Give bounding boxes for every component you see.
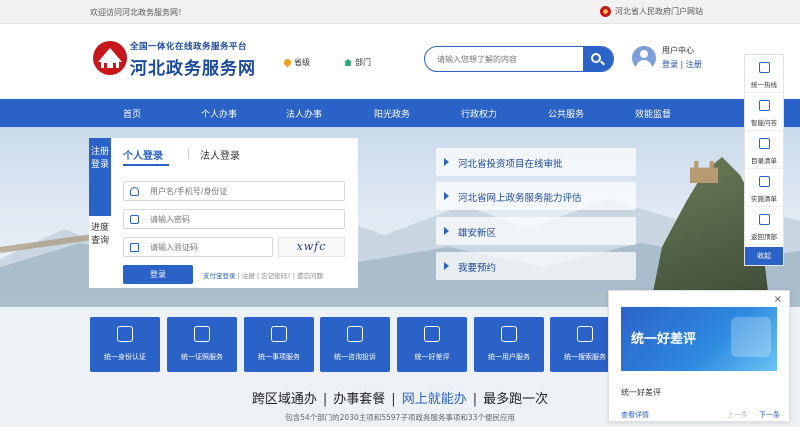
quick-link-xiongan[interactable]: 雄安新区 <box>436 217 636 245</box>
watchtower-image <box>690 161 718 183</box>
tile-complaint[interactable]: 统一咨询投诉 <box>320 317 390 372</box>
rating-popup: × 统一好差评 统一好差评 查看详情 上一条 下一条 <box>608 290 790 422</box>
tile-matters[interactable]: 统一事项服务 <box>244 317 314 372</box>
level-selector[interactable]: 省级 <box>282 57 310 68</box>
thumbs-up-icon <box>424 326 440 342</box>
user-service-icon <box>501 326 517 342</box>
side-progress-label: 进度查询 <box>90 223 109 246</box>
float-collapse-button[interactable]: 收起 <box>745 247 783 265</box>
tile-license[interactable]: 统一证照服务 <box>167 317 237 372</box>
password-input[interactable] <box>150 213 340 226</box>
forgot-password-link[interactable]: 忘记密码? <box>261 272 290 280</box>
list-icon <box>759 138 770 149</box>
tile-user-service[interactable]: 统一用户服务 <box>474 317 544 372</box>
popup-prev-button[interactable]: 上一条 <box>727 410 748 420</box>
department-selector[interactable]: 部门 <box>344 57 371 68</box>
logo-title: 河北政务服务网 <box>130 59 256 79</box>
side-register-label: 注册登录 <box>90 147 109 170</box>
right-float-bar: 统一热线 智能问答 目录清单 实施清单 返回顶部 收起 <box>744 54 784 266</box>
quick-link-investment[interactable]: 河北省投资项目在线审批 <box>436 148 636 176</box>
location-pin-icon <box>282 57 293 68</box>
site-logo-icon[interactable] <box>92 40 128 76</box>
nav-sunshine[interactable]: 阳光政务 <box>374 107 410 120</box>
login-extra-links: 支付宝登录 | 注册 | 忘记密码? | 遗忘问题 <box>203 272 323 280</box>
login-button[interactable]: 登录 <box>123 265 193 284</box>
register-link[interactable]: 注册 <box>242 272 255 280</box>
national-emblem-icon <box>600 6 611 17</box>
department-label: 部门 <box>355 58 371 67</box>
float-smart-qa[interactable]: 智能问答 <box>745 93 783 131</box>
captcha-field <box>123 237 340 257</box>
user-center-label[interactable]: 用户中心 <box>662 45 694 56</box>
username-input[interactable] <box>150 185 340 198</box>
lock-icon <box>130 215 139 224</box>
tab-personal-login[interactable]: 个人登录 <box>123 147 163 162</box>
search-button[interactable] <box>583 47 613 71</box>
header-login-link[interactable]: 登录 <box>662 60 678 69</box>
chat-icon <box>759 100 770 111</box>
triangle-right-icon <box>444 227 449 235</box>
nav-supervision[interactable]: 效能监督 <box>635 107 671 120</box>
gov-portal-label: 河北省人民政府门户网站 <box>615 7 703 16</box>
quick-link-appointment[interactable]: 我要预约 <box>436 252 636 280</box>
float-back-to-top[interactable]: 返回顶部 <box>745 207 783 245</box>
layers-icon <box>271 326 287 342</box>
popup-image-heading: 统一好差评 <box>631 332 697 347</box>
nav-legal[interactable]: 法人办事 <box>286 107 322 120</box>
search-box <box>424 46 614 72</box>
triangle-right-icon <box>444 262 449 270</box>
id-card-icon <box>117 326 133 342</box>
top-bar: 欢迎访问河北政务服务网！ 河北省人民政府门户网站 <box>0 0 800 24</box>
side-progress-tab[interactable]: 进度查询 <box>89 216 111 288</box>
header-link-separator: | <box>680 60 684 69</box>
password-field <box>123 209 345 229</box>
float-implementation[interactable]: 实施清单 <box>745 169 783 207</box>
gov-portal-link[interactable]: 河北省人民政府门户网站 <box>600 6 703 17</box>
float-hotline[interactable]: 统一热线 <box>745 55 783 93</box>
popup-banner-image[interactable]: 统一好差评 <box>621 307 777 371</box>
main-nav: 首页 个人办事 法人办事 阳光政务 行政权力 公共服务 效能监督 <box>0 99 800 127</box>
close-icon[interactable]: × <box>774 294 782 305</box>
login-side-tabs: 注册登录 进度查询 <box>89 138 111 288</box>
popup-title: 统一好差评 <box>621 388 661 397</box>
active-tab-indicator <box>123 164 169 166</box>
welcome-text: 欢迎访问河北政务服务网！ <box>90 8 186 17</box>
search-input[interactable] <box>437 52 577 66</box>
user-avatar[interactable] <box>632 46 656 70</box>
nav-power[interactable]: 行政权力 <box>461 107 497 120</box>
popup-details-link[interactable]: 查看详情 <box>621 410 649 420</box>
site-logo-text[interactable]: 全国一体化在线政务服务平台 河北政务服务网 <box>130 40 256 79</box>
quick-link-evaluation[interactable]: 河北省网上政务服务能力评估 <box>436 182 636 210</box>
phone-icon <box>759 62 770 73</box>
alipay-login-link[interactable]: 支付宝登录 <box>203 272 236 280</box>
forgot-user-link[interactable]: 遗忘问题 <box>297 272 323 280</box>
logo-subtitle: 全国一体化在线政务服务平台 <box>130 42 248 52</box>
arrow-up-icon <box>759 214 770 225</box>
nav-personal[interactable]: 个人办事 <box>201 107 237 120</box>
nav-public-service[interactable]: 公共服务 <box>548 107 584 120</box>
popup-next-button[interactable]: 下一条 <box>759 410 780 420</box>
department-icon <box>344 59 352 66</box>
header-register-link[interactable]: 注册 <box>686 60 702 69</box>
triangle-right-icon <box>444 192 449 200</box>
license-icon <box>194 326 210 342</box>
side-register-tab[interactable]: 注册登录 <box>89 138 111 216</box>
tile-identity[interactable]: 统一身份认证 <box>90 317 160 372</box>
triangle-right-icon <box>444 158 449 166</box>
user-links: 登录 | 注册 <box>662 59 702 70</box>
nav-home[interactable]: 首页 <box>123 107 141 120</box>
username-field <box>123 181 345 201</box>
search-icon <box>577 326 593 342</box>
shield-icon <box>130 243 139 252</box>
level-label: 省级 <box>294 58 310 67</box>
float-catalog[interactable]: 目录清单 <box>745 131 783 169</box>
captcha-image[interactable]: xwfc <box>278 237 345 257</box>
site-header: 全国一体化在线政务服务平台 河北政务服务网 省级 部门 用户中心 登录 | 注册 <box>0 24 800 99</box>
tab-legal-login[interactable]: 法人登录 <box>200 147 240 162</box>
edit-icon <box>347 326 363 342</box>
user-icon <box>130 187 139 196</box>
login-panel: 个人登录 法人登录 xwfc 登录 支付宝登录 | 注册 | 忘记密码? | 遗… <box>111 138 358 288</box>
document-icon <box>759 176 770 187</box>
tile-rating[interactable]: 统一好差评 <box>397 317 467 372</box>
